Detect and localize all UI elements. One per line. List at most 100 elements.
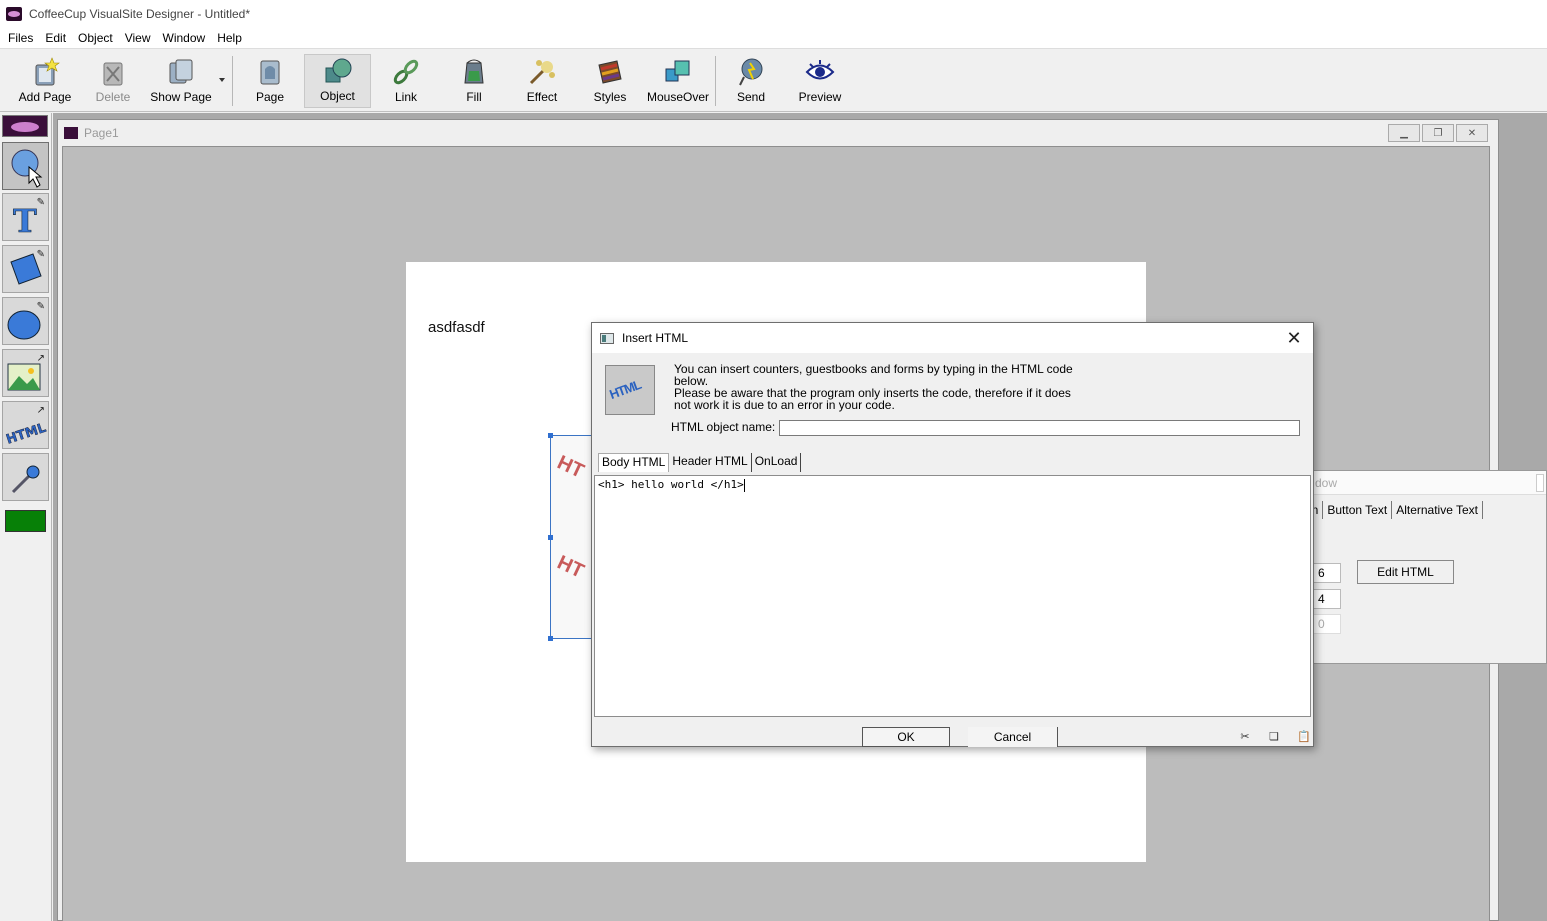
arrow-icon: ↗ (36, 353, 45, 364)
selection-handle[interactable] (548, 433, 553, 438)
close-icon[interactable]: ✕ (1456, 124, 1488, 142)
delete-label: Delete (95, 90, 131, 104)
fill-label: Fill (466, 90, 482, 104)
properties-window: dow on Button Text Alternative Text 6 4 … (1300, 470, 1547, 664)
dialog-title: Insert HTML (622, 331, 689, 345)
main-toolbar: Add Page Delete Show Page Page Object Li… (0, 50, 1547, 112)
text-tool-button[interactable]: ✎ T (2, 193, 49, 241)
properties-close-icon[interactable] (1536, 474, 1544, 492)
ellipse-tool-button[interactable]: ✎ (2, 297, 49, 345)
tab-alternative-text[interactable]: Alternative Text (1392, 501, 1484, 519)
app-logo-icon (6, 7, 22, 21)
link-button[interactable]: Link (382, 54, 430, 108)
edit-html-button[interactable]: Edit HTML (1357, 560, 1454, 584)
text-caret (743, 478, 745, 492)
styles-palette-icon (598, 60, 622, 84)
page-window-controls: ▁ ❐ ✕ (1388, 124, 1488, 142)
tab-header-html[interactable]: Header HTML (669, 453, 752, 472)
description-line: not work it is due to an error in your c… (674, 398, 895, 412)
page-button[interactable]: Page (246, 54, 294, 108)
arrow-icon: ↗ (36, 405, 45, 416)
preview-button[interactable]: Preview (794, 54, 846, 108)
add-page-button[interactable]: Add Page (16, 54, 74, 108)
add-page-label: Add Page (18, 90, 72, 104)
text-object[interactable]: asdfasdf (428, 319, 485, 336)
preview-eye-icon (805, 60, 835, 80)
selection-handle[interactable] (548, 636, 553, 641)
menu-files[interactable]: Files (2, 31, 39, 45)
paste-icon[interactable]: 📋 (1296, 728, 1312, 744)
toolbar-separator (715, 56, 716, 106)
tab-onload[interactable]: OnLoad (752, 453, 802, 472)
link-label: Link (394, 90, 417, 104)
fill-button[interactable]: Fill (450, 54, 498, 108)
ok-button[interactable]: OK (862, 727, 950, 747)
mouseover-button[interactable]: MouseOver (644, 54, 712, 108)
app-titlebar: CoffeeCup VisualSite Designer - Untitled… (0, 0, 1547, 28)
menu-object[interactable]: Object (72, 31, 119, 45)
send-label: Send (736, 90, 766, 104)
toolbar-separator (232, 56, 233, 106)
styles-button[interactable]: Styles (586, 54, 634, 108)
mouseover-label: MouseOver (646, 90, 710, 104)
effect-button[interactable]: Effect (518, 54, 566, 108)
pencil-icon: ✎ (36, 301, 45, 312)
page-icon (260, 60, 280, 85)
show-page-dropdown-icon[interactable] (219, 78, 225, 82)
paint-bucket-icon (464, 59, 484, 84)
delete-button[interactable]: Delete (90, 54, 136, 108)
effect-sparkle-icon (529, 60, 555, 85)
dialog-close-icon[interactable]: ✕ (1283, 327, 1305, 349)
html-tool-button[interactable]: ↗ HTML (2, 401, 49, 449)
add-page-icon (35, 57, 60, 86)
object-button[interactable]: Object (304, 54, 371, 108)
properties-tabs: on Button Text Alternative Text (1301, 501, 1484, 519)
rectangle-tool-button[interactable]: ✎ (2, 245, 49, 293)
eyedropper-tool-button[interactable] (2, 453, 49, 501)
menu-window[interactable]: Window (157, 31, 212, 45)
palette-logo-icon (2, 115, 48, 137)
tab-button-text[interactable]: Button Text (1323, 501, 1393, 519)
selection-handle[interactable] (548, 535, 553, 540)
page-window-title: Page1 (84, 126, 119, 140)
tab-body-html[interactable]: Body HTML (598, 453, 670, 472)
select-pointer-icon (11, 149, 43, 188)
show-page-button[interactable]: Show Page (148, 54, 214, 108)
link-chain-icon (393, 59, 419, 85)
send-button[interactable]: Send (728, 54, 774, 108)
tool-palette: ✎ T ✎ ✎ ↗ ↗ HTML (0, 113, 52, 921)
show-page-label: Show Page (150, 90, 212, 104)
eyedropper-icon (11, 465, 40, 494)
page-window-icon (64, 127, 78, 139)
show-page-icon (169, 59, 193, 84)
cut-icon[interactable]: ✂ (1237, 728, 1253, 744)
page-window-titlebar: Page1 (58, 120, 1498, 146)
delete-page-icon (103, 62, 123, 86)
menu-view[interactable]: View (119, 31, 157, 45)
dialog-description: You can insert counters, guestbooks and … (674, 363, 1114, 411)
dialog-tabs: Body HTML Header HTML OnLoad (598, 453, 802, 472)
copy-icon[interactable]: ❏ (1266, 728, 1282, 744)
styles-label: Styles (593, 90, 627, 104)
restore-icon[interactable]: ❐ (1422, 124, 1454, 142)
html-object-watermark-icon: HT (553, 551, 588, 583)
select-tool-button[interactable] (2, 142, 49, 190)
object-icon (325, 58, 351, 83)
dialog-button-bar: OK Cancel ✂ ❏ 📋 (592, 719, 1313, 747)
svg-text:T: T (13, 202, 37, 240)
image-tool-button[interactable]: ↗ (2, 349, 49, 397)
minimize-icon[interactable]: ▁ (1388, 124, 1420, 142)
menu-edit[interactable]: Edit (39, 31, 72, 45)
html-code-editor[interactable]: <h1> hello world </h1> (594, 475, 1311, 717)
svg-text:HTML: HTML (4, 421, 48, 448)
menu-help[interactable]: Help (211, 31, 248, 45)
mouseover-icon (665, 60, 690, 82)
pencil-icon: ✎ (36, 197, 45, 208)
app-title: CoffeeCup VisualSite Designer - Untitled… (29, 7, 251, 21)
object-label: Object (320, 89, 355, 103)
html-object-name-input[interactable] (779, 420, 1300, 436)
current-color-swatch[interactable] (5, 510, 46, 532)
html-object-name-label: HTML object name: (671, 421, 776, 434)
cancel-button[interactable]: Cancel (968, 727, 1058, 747)
page-label: Page (255, 90, 285, 104)
